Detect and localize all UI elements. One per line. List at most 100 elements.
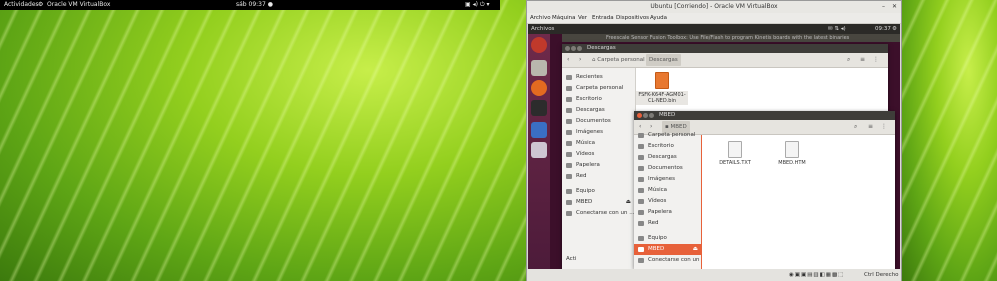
unity-indicators[interactable]: ✉ ⇅ ◂) bbox=[828, 24, 846, 34]
sidebar-item-papelera[interactable]: Papelera bbox=[634, 207, 701, 218]
terminal-icon[interactable] bbox=[531, 100, 547, 116]
minimize-button[interactable] bbox=[571, 46, 576, 51]
server-icon bbox=[566, 211, 572, 216]
sidebar-item-red[interactable]: Red bbox=[562, 171, 635, 182]
sidebar-label: Escritorio bbox=[648, 143, 674, 149]
sidebar-label: MBED bbox=[576, 199, 593, 205]
ubuntu-dash-icon[interactable] bbox=[531, 37, 547, 53]
sidebar-item-papelera[interactable]: Papelera bbox=[562, 160, 635, 171]
close-button[interactable] bbox=[565, 46, 570, 51]
sidebar-item-descargas[interactable]: Descargas bbox=[634, 152, 701, 163]
sidebar-item-conectarse[interactable]: Conectarse con un ... bbox=[562, 208, 635, 219]
maximize-button[interactable] bbox=[649, 113, 654, 118]
file-item-bin[interactable]: FSFK-K64F-AGM01-CL-NED.bin bbox=[636, 72, 688, 105]
unity-top-panel: Archivos ✉ ⇅ ◂) 09:37 ⚙ bbox=[528, 24, 900, 34]
desktop-icon bbox=[638, 144, 644, 149]
music-icon bbox=[566, 141, 572, 146]
download-icon bbox=[566, 108, 572, 113]
back-icon[interactable]: ‹ bbox=[567, 56, 569, 63]
back-icon[interactable]: ‹ bbox=[639, 123, 641, 130]
grid-view-icon[interactable]: ⋮ bbox=[881, 123, 887, 130]
path-current-button[interactable]: Descargas bbox=[646, 54, 681, 66]
sidebar-item-carpeta-personal[interactable]: Carpeta personal bbox=[634, 130, 701, 141]
descargas-sidebar: Recientes Carpeta personal Escritorio De… bbox=[562, 68, 636, 269]
drive-icon bbox=[638, 247, 644, 252]
sidebar-item-musica[interactable]: Música bbox=[562, 138, 635, 149]
sidebar-item-imagenes[interactable]: Imágenes bbox=[634, 174, 701, 185]
sensor-toolbox-icon[interactable] bbox=[531, 122, 547, 138]
desktop-wallpaper-right bbox=[902, 0, 997, 281]
network-icon bbox=[638, 221, 644, 226]
sidebar-item-carpeta-personal[interactable]: Carpeta personal bbox=[562, 83, 635, 94]
eject-icon[interactable]: ⏏ bbox=[626, 197, 631, 208]
firefox-icon[interactable] bbox=[531, 80, 547, 96]
sidebar-label: Escritorio bbox=[576, 96, 602, 102]
sidebar-item-red[interactable]: Red bbox=[634, 218, 701, 229]
sidebar-item-recientes[interactable]: Recientes bbox=[562, 72, 635, 83]
sidebar-item-equipo[interactable]: Equipo bbox=[634, 233, 701, 244]
search-icon[interactable]: ⌕ bbox=[854, 123, 857, 131]
forward-icon[interactable]: › bbox=[650, 123, 652, 130]
close-icon[interactable]: ✕ bbox=[892, 1, 897, 13]
forward-icon[interactable]: › bbox=[579, 56, 581, 63]
minimize-button[interactable] bbox=[643, 113, 648, 118]
sidebar-label: Imágenes bbox=[576, 129, 603, 135]
menu-archivo[interactable]: Archivo bbox=[530, 13, 551, 24]
list-view-icon[interactable]: ≡ bbox=[860, 56, 865, 63]
activities-button[interactable]: Actividades bbox=[4, 0, 39, 10]
menu-dispositivos[interactable]: Dispositivos bbox=[616, 13, 649, 24]
sidebar-label: Descargas bbox=[648, 154, 677, 160]
app-menu-label[interactable]: Oracle VM VirtualBox bbox=[47, 0, 110, 10]
sidebar-label: Conectarse con un ... bbox=[576, 210, 635, 216]
maximize-button[interactable] bbox=[577, 46, 582, 51]
menu-entrada[interactable]: Entrada bbox=[592, 13, 614, 24]
sidebar-label: Equipo bbox=[648, 235, 667, 241]
bin-file-icon bbox=[655, 72, 669, 89]
unity-app-name: Archivos bbox=[531, 26, 555, 32]
sidebar-item-videos[interactable]: Vídeos bbox=[634, 196, 701, 207]
menu-maquina[interactable]: Máquina bbox=[552, 13, 575, 24]
menu-ayuda[interactable]: Ayuda bbox=[650, 13, 667, 24]
network-icon bbox=[566, 174, 572, 179]
path-home-button[interactable]: ⌂ Carpeta personal bbox=[592, 57, 645, 63]
sidebar-item-descargas[interactable]: Descargas bbox=[562, 105, 635, 116]
sidebar-item-musica[interactable]: Música bbox=[634, 185, 701, 196]
close-button[interactable] bbox=[637, 113, 642, 118]
system-status-icons[interactable]: ▣ ◂) ⏻ ▾ bbox=[465, 0, 490, 10]
sidebar-item-documentos[interactable]: Documentos bbox=[562, 116, 635, 127]
vbox-title-bar: Ubuntu [Corriendo] - Oracle VM VirtualBo… bbox=[527, 1, 901, 13]
desktop-icon bbox=[566, 97, 572, 102]
unity-clock[interactable]: 09:37 bbox=[875, 24, 891, 34]
sidebar-label: Carpeta personal bbox=[576, 85, 624, 91]
sidebar-item-escritorio[interactable]: Escritorio bbox=[562, 94, 635, 105]
status-device-icons[interactable]: ◉▣▣▤▥◧▦▩⬚ bbox=[789, 269, 844, 281]
files-icon[interactable] bbox=[531, 60, 547, 76]
eject-icon[interactable]: ⏏ bbox=[693, 244, 698, 255]
sidebar-item-mbed[interactable]: MBED ⏏ bbox=[562, 197, 635, 208]
guest-screen[interactable]: Archivos ✉ ⇅ ◂) 09:37 ⚙ Freescale Sensor… bbox=[528, 24, 900, 269]
menu-ver[interactable]: Ver bbox=[578, 13, 587, 24]
sidebar-item-documentos[interactable]: Documentos bbox=[634, 163, 701, 174]
sidebar-label: Carpeta personal bbox=[648, 132, 696, 138]
sidebar-label: Descargas bbox=[576, 107, 605, 113]
app-menu-icon: ⚙ bbox=[38, 1, 44, 8]
descargas-title: Descargas bbox=[587, 45, 616, 51]
file-item-mbed-htm[interactable]: MBED.HTM bbox=[769, 141, 815, 166]
image-icon bbox=[638, 177, 644, 182]
clock[interactable]: sáb 09:37 ● bbox=[236, 0, 273, 10]
minimize-icon[interactable]: – bbox=[882, 1, 885, 13]
sidebar-item-imagenes[interactable]: Imágenes bbox=[562, 127, 635, 138]
list-view-icon[interactable]: ≡ bbox=[868, 123, 873, 130]
trash-icon[interactable] bbox=[531, 142, 547, 158]
sidebar-item-videos[interactable]: Vídeos bbox=[562, 149, 635, 160]
sidebar-item-equipo[interactable]: Equipo bbox=[562, 186, 635, 197]
path-home-label: Carpeta personal bbox=[597, 57, 645, 63]
sidebar-item-escritorio[interactable]: Escritorio bbox=[634, 141, 701, 152]
sidebar-item-conectarse[interactable]: Conectarse con un ... bbox=[634, 255, 701, 269]
search-icon[interactable]: ⌕ bbox=[847, 56, 850, 64]
sidebar-item-mbed-selected[interactable]: MBED ⏏ bbox=[634, 244, 701, 255]
grid-view-icon[interactable]: ⋮ bbox=[873, 56, 879, 63]
power-icon[interactable]: ⚙ bbox=[892, 24, 897, 34]
file-item-details[interactable]: DETAILS.TXT bbox=[712, 141, 758, 166]
unity-launcher bbox=[528, 34, 550, 269]
